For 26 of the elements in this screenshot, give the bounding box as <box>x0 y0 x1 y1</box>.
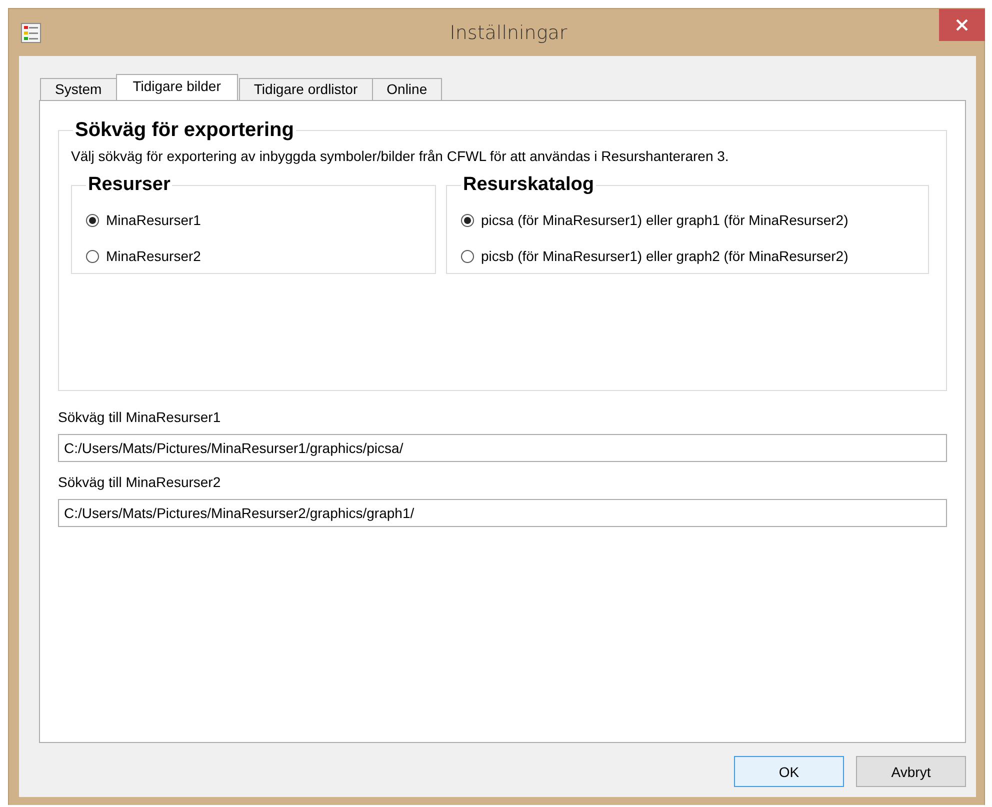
radio-button[interactable] <box>461 250 474 262</box>
description-text: Välj sökväg för exportering av inbyggda symboler/bilder från CFWL för att användas i Resurshanteraren 3. <box>71 148 730 164</box>
radio-label[interactable]: picsb (för MinaResurser1) eller graph2 (för MinaResurser2) <box>481 248 848 264</box>
group-title: Resurser <box>87 174 172 196</box>
tab[interactable]: Tidigare bilder <box>116 74 238 100</box>
close-icon[interactable] <box>956 19 968 31</box>
tab[interactable]: System <box>40 78 117 100</box>
radio-label[interactable]: MinaResurser1 <box>106 212 201 228</box>
dialog-button[interactable]: Avbryt <box>856 756 966 787</box>
field-label: Sökväg till MinaResurser2 <box>58 474 222 490</box>
radio-button[interactable] <box>86 250 99 262</box>
tab[interactable]: Online <box>372 78 442 100</box>
window-title: Inställningar <box>450 22 568 44</box>
path-field[interactable]: C:/Users/Mats/Pictures/MinaResurser2/graphics/graph1/ <box>58 499 947 527</box>
field-label: Sökväg till MinaResurser1 <box>58 409 222 425</box>
group-title: Sökväg för exportering <box>74 119 295 142</box>
list-icon <box>21 23 41 43</box>
dialog-button[interactable]: OK <box>734 756 844 787</box>
radio-button[interactable] <box>86 214 99 226</box>
path-field[interactable]: C:/Users/Mats/Pictures/MinaResurser1/graphics/picsa/ <box>58 434 947 462</box>
tab[interactable]: Tidigare ordlistor <box>238 78 373 100</box>
radio-button[interactable] <box>461 214 474 226</box>
radio-label[interactable]: MinaResurser2 <box>106 248 201 264</box>
radio-label[interactable]: picsa (för MinaResurser1) eller graph1 (för MinaResurser2) <box>481 212 848 228</box>
close-button[interactable] <box>939 9 985 41</box>
group-title: Resurskatalog <box>462 174 595 196</box>
